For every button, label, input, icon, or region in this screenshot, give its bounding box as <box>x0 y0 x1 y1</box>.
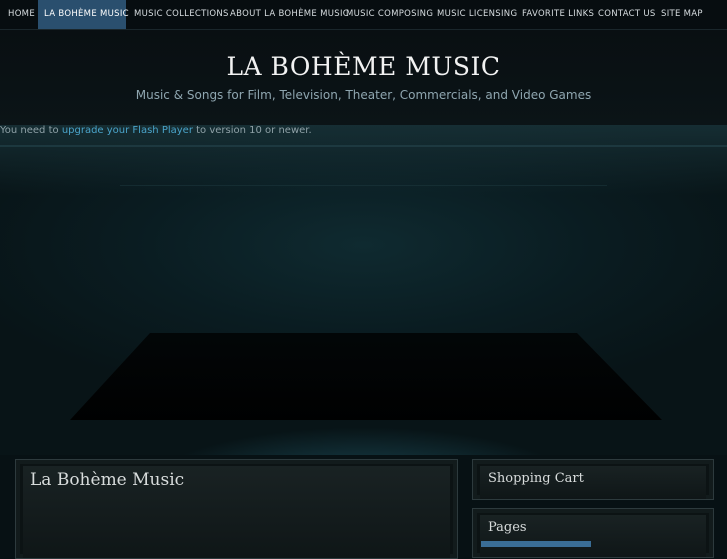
pages-active-item-bar[interactable] <box>481 541 591 547</box>
nav-item-site-map[interactable]: SITE MAP <box>655 0 703 29</box>
nav-item-music-collections[interactable]: MUSIC COLLECTIONS <box>128 0 228 29</box>
site-title[interactable]: LA BOHÈME MUSIC <box>0 52 727 81</box>
nav-item-favorite-links[interactable]: FAVORITE LINKS <box>516 0 594 29</box>
nav-item-music-composing[interactable]: MUSIC COMPOSING <box>340 0 433 29</box>
top-nav: HOME LA BOHÈME MUSIC MUSIC COLLECTIONS A… <box>0 0 727 30</box>
pages-title: Pages <box>488 520 527 535</box>
flash-stage <box>0 125 727 455</box>
flash-msg-suffix: to version 10 or newer. <box>192 125 312 136</box>
shopping-cart-panel: Shopping Cart <box>472 459 714 500</box>
stage-platform <box>0 145 727 420</box>
flash-msg-prefix: You need to <box>0 125 62 136</box>
main-title: La Bohème Music <box>30 470 185 490</box>
main-content-panel: La Bohème Music <box>15 459 458 559</box>
flash-upgrade-message: You need to upgrade your Flash Player to… <box>0 125 312 136</box>
pages-panel: Pages <box>472 508 714 558</box>
nav-item-home[interactable]: HOME <box>2 0 36 29</box>
nav-item-about[interactable]: ABOUT LA BOHÈME MUSIC <box>224 0 349 29</box>
site-header: LA BOHÈME MUSIC Music & Songs for Film, … <box>0 30 727 126</box>
site-subtitle: Music & Songs for Film, Television, Thea… <box>135 88 592 102</box>
nav-item-la-boheme-music[interactable]: LA BOHÈME MUSIC <box>38 0 129 29</box>
upgrade-flash-link[interactable]: upgrade your Flash Player <box>62 125 193 136</box>
nav-item-contact-us[interactable]: CONTACT US <box>592 0 655 29</box>
shopping-cart-title[interactable]: Shopping Cart <box>488 471 584 486</box>
nav-item-music-licensing[interactable]: MUSIC LICENSING <box>431 0 517 29</box>
